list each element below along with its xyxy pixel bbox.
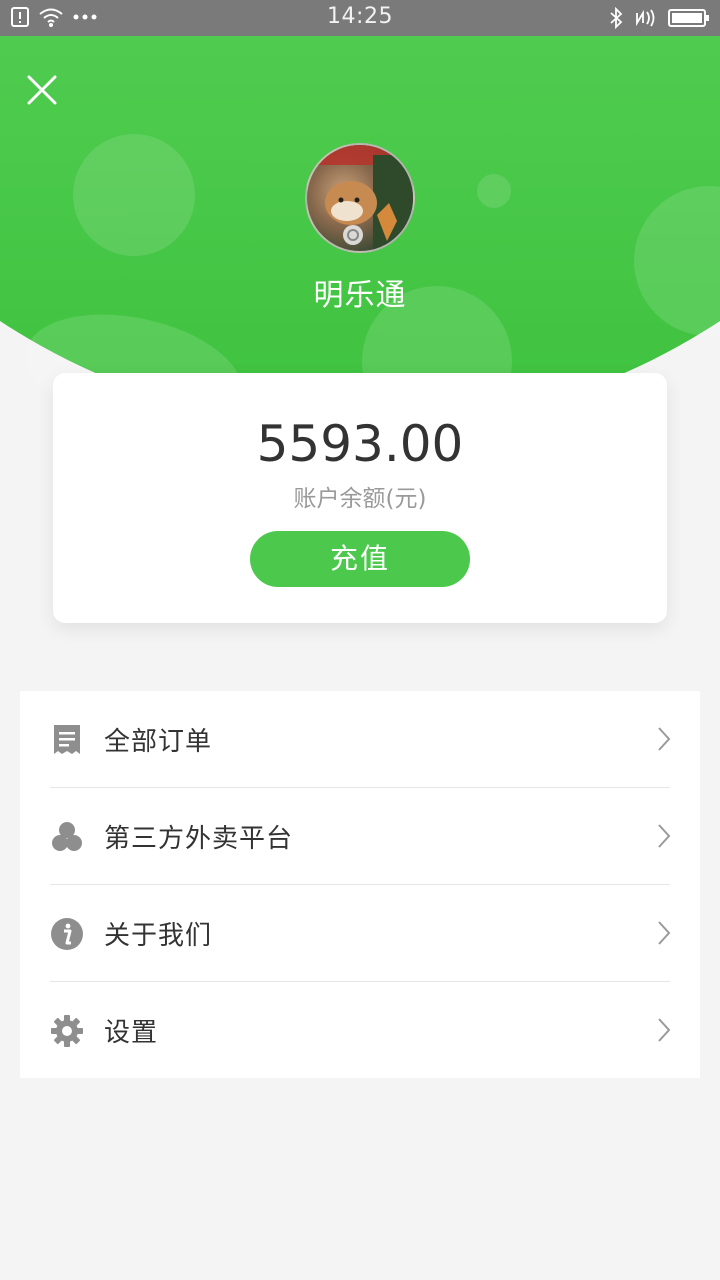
chevron-right-icon — [656, 1016, 672, 1044]
chevron-right-icon — [656, 919, 672, 947]
username: 明乐通 — [313, 278, 407, 313]
close-icon — [27, 75, 57, 105]
receipt-icon — [50, 723, 84, 757]
menu-item-label: 第三方外卖平台 — [104, 824, 294, 854]
circles-icon — [50, 820, 84, 854]
avatar-image — [307, 145, 413, 251]
status-right — [608, 7, 710, 29]
decor-bubble — [73, 134, 195, 256]
recharge-button[interactable]: 充值 — [250, 531, 470, 587]
close-button[interactable] — [22, 72, 62, 112]
menu-item-all-orders[interactable]: 全部订单 — [20, 691, 700, 788]
nfc-icon — [634, 7, 658, 29]
balance-card: 5593.00 账户余额(元) 充值 — [53, 373, 667, 623]
menu-item-label: 全部订单 — [104, 727, 213, 757]
menu-item-label: 设置 — [104, 1018, 159, 1048]
gear-icon — [50, 1014, 84, 1048]
menu-item-settings[interactable]: 设置 — [20, 982, 700, 1079]
avatar[interactable] — [305, 143, 415, 253]
chevron-right-icon — [656, 725, 672, 753]
menu-item-label: 关于我们 — [104, 921, 213, 951]
info-icon — [50, 917, 84, 951]
balance-label: 账户余额(元) — [293, 486, 427, 512]
battery-icon — [668, 8, 710, 28]
chevron-right-icon — [656, 822, 672, 850]
balance-amount: 5593.00 — [256, 415, 464, 473]
menu-list: 全部订单 第三方外卖平台 关于我们 设置 — [20, 691, 700, 1078]
menu-item-about-us[interactable]: 关于我们 — [20, 885, 700, 982]
bluetooth-icon — [608, 7, 624, 29]
decor-bubble — [477, 174, 511, 208]
menu-item-third-party[interactable]: 第三方外卖平台 — [20, 788, 700, 885]
status-bar: 14:25 — [0, 0, 720, 36]
